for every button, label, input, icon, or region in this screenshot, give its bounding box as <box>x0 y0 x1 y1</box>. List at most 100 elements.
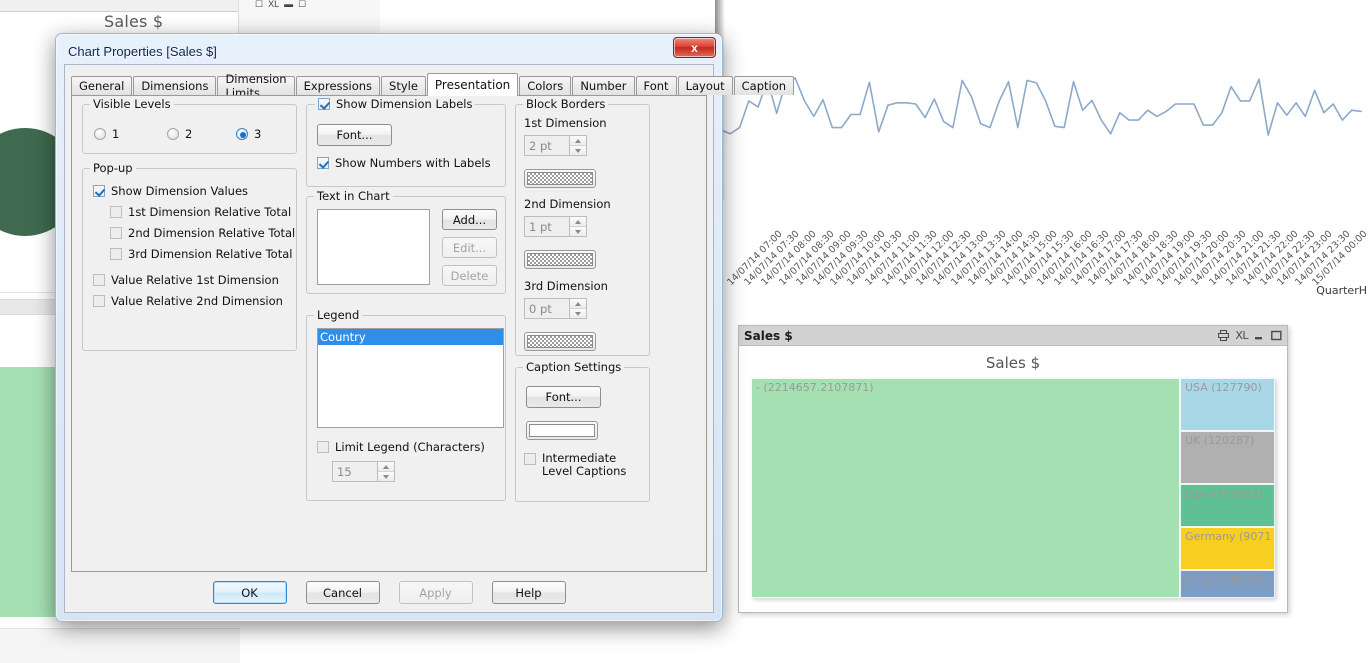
tab-dimensions[interactable]: Dimensions <box>133 76 217 95</box>
block-border-3rd-spin-buttons[interactable] <box>569 298 587 319</box>
checkbox-icon[interactable] <box>317 157 329 169</box>
excel-export-icon[interactable]: XL <box>1235 329 1248 342</box>
checkbox-3rd-dimension-relative-total[interactable]: 3rd Dimension Relative Total <box>110 247 292 261</box>
checkbox-icon[interactable] <box>93 295 105 307</box>
treemap-node[interactable]: Germany (9071 <box>1180 527 1275 570</box>
tab-font[interactable]: Font <box>635 76 677 95</box>
tab-dimension-limits[interactable]: Dimension Limits <box>217 72 295 100</box>
print-icon[interactable] <box>1218 330 1230 341</box>
checkbox-show-dimension-labels[interactable]: Show Dimension Labels <box>315 97 476 111</box>
minimize-icon[interactable]: ▬ <box>284 0 293 9</box>
delete-text-button[interactable]: Delete <box>442 265 497 286</box>
spin-down-icon[interactable] <box>570 145 586 155</box>
checkbox-1st-dimension-relative-total[interactable]: 1st Dimension Relative Total <box>110 205 291 219</box>
legend-list-item[interactable]: Country <box>318 329 503 345</box>
spin-down-icon[interactable] <box>378 471 394 481</box>
tab-caption[interactable]: Caption <box>733 76 795 95</box>
apply-button[interactable]: Apply <box>398 581 473 604</box>
treemap-node[interactable]: Japan (99663) <box>1180 484 1275 528</box>
treemap-node-column[interactable]: USA (127790) UK (120287) Japan (99663) Germ… <box>1180 378 1275 598</box>
treemap-node[interactable]: UK (120287) <box>1180 431 1275 485</box>
checkbox-show-numbers-with-labels[interactable]: Show Numbers with Labels <box>317 156 491 170</box>
tab-layout[interactable]: Layout <box>677 76 733 95</box>
treemap-body[interactable]: - (2214657.2107871) USA (127790) UK (1202… <box>751 378 1275 598</box>
checkbox-icon[interactable] <box>318 98 330 110</box>
block-border-1st-spin-buttons[interactable] <box>569 135 587 156</box>
checkbox-icon[interactable] <box>110 227 122 239</box>
tab-presentation[interactable]: Presentation <box>426 73 519 96</box>
limit-legend-stepper[interactable]: 15 <box>332 461 395 482</box>
block-border-3rd-pattern-button[interactable] <box>524 332 596 351</box>
checkbox-intermediate-level-captions[interactable]: Intermediate Level Captions <box>524 452 642 478</box>
caption-color-button[interactable] <box>526 421 598 440</box>
checkbox-2nd-dimension-relative-total[interactable]: 2nd Dimension Relative Total <box>110 226 295 240</box>
spin-up-icon[interactable] <box>570 217 586 226</box>
close-button[interactable]: x <box>673 37 716 58</box>
dialog-title-bar[interactable]: Chart Properties [Sales $] x <box>60 37 718 64</box>
spin-down-icon[interactable] <box>570 226 586 236</box>
edit-text-button[interactable]: Edit... <box>442 237 497 258</box>
block-border-1st-pattern-button[interactable] <box>524 169 596 188</box>
minimize-icon[interactable] <box>1254 330 1265 341</box>
treemap-node-label: UK (120287) <box>1185 434 1255 448</box>
treemap-node[interactable]: Others (40086) <box>1180 569 1275 598</box>
legend-listbox[interactable]: Country <box>317 328 504 428</box>
help-button[interactable]: Help <box>491 581 566 604</box>
excel-export-icon[interactable]: XL <box>268 0 279 9</box>
checkbox-icon[interactable] <box>93 185 105 197</box>
block-border-1st-stepper[interactable]: 2 pt <box>524 135 587 156</box>
block-border-3rd-input[interactable]: 0 pt <box>524 298 569 319</box>
radio-icon[interactable] <box>94 128 106 140</box>
checkbox-limit-legend[interactable]: Limit Legend (Characters) <box>317 440 485 454</box>
visible-levels-option-3[interactable]: 3 <box>236 127 261 141</box>
treemap-node-root[interactable]: - (2214657.2107871) <box>751 378 1180 598</box>
checkbox-value-relative-2nd-dimension[interactable]: Value Relative 2nd Dimension <box>93 294 283 308</box>
dimension-labels-font-button[interactable]: Font... <box>317 124 392 146</box>
chart-properties-dialog[interactable]: Chart Properties [Sales $] x General Dime… <box>55 33 795 622</box>
treemap-caption-icons[interactable]: XL <box>1218 329 1282 342</box>
limit-legend-input[interactable]: 15 <box>332 461 377 482</box>
checkbox-show-dimension-values[interactable]: Show Dimension Values <box>93 184 248 198</box>
visible-levels-option-2[interactable]: 2 <box>167 127 192 141</box>
add-text-button[interactable]: Add... <box>442 209 497 230</box>
visible-levels-option-1[interactable]: 1 <box>94 127 119 141</box>
checkbox-icon[interactable] <box>110 206 122 218</box>
checkbox-icon[interactable] <box>524 453 536 465</box>
spin-up-icon[interactable] <box>378 462 394 471</box>
checkbox-icon[interactable] <box>317 441 329 453</box>
tab-number[interactable]: Number <box>572 76 635 95</box>
limit-legend-spin-buttons[interactable] <box>377 461 395 482</box>
pattern-swatch-icon <box>527 253 593 266</box>
dialog-button-row[interactable]: OK Cancel Apply Help <box>65 581 713 604</box>
tab-expressions[interactable]: Expressions <box>295 76 381 95</box>
tab-colors[interactable]: Colors <box>519 76 572 95</box>
radio-icon[interactable] <box>167 128 179 140</box>
restore-icon[interactable]: ☐ <box>255 0 263 9</box>
ok-button[interactable]: OK <box>212 581 287 604</box>
spin-down-icon[interactable] <box>570 308 586 318</box>
treemap-chart-object[interactable]: Sales $ XL Sales $ - (2214657.2107871) U… <box>738 325 1288 613</box>
spin-up-icon[interactable] <box>570 299 586 308</box>
spin-up-icon[interactable] <box>570 136 586 145</box>
tab-style[interactable]: Style <box>381 76 426 95</box>
treemap-node[interactable]: USA (127790) <box>1180 378 1275 432</box>
checkbox-icon[interactable] <box>110 248 122 260</box>
maximize-icon[interactable] <box>1271 330 1282 341</box>
tab-strip[interactable]: General Dimensions Dimension Limits Express… <box>71 72 795 100</box>
block-border-2nd-pattern-button[interactable] <box>524 250 596 269</box>
maximize-icon[interactable]: ☐ <box>298 0 306 9</box>
block-border-1st-input[interactable]: 2 pt <box>524 135 569 156</box>
radio-icon[interactable] <box>236 128 248 140</box>
caption-font-button[interactable]: Font... <box>526 386 601 408</box>
text-in-chart-listbox[interactable] <box>317 209 430 285</box>
block-border-2nd-spin-buttons[interactable] <box>569 216 587 237</box>
tab-general[interactable]: General <box>71 76 133 95</box>
block-border-3rd-stepper[interactable]: 0 pt <box>524 298 587 319</box>
background-window-buttons[interactable]: ☐ XL ▬ ☐ <box>255 0 307 9</box>
treemap-caption-bar[interactable]: Sales $ XL <box>739 326 1287 346</box>
cancel-button[interactable]: Cancel <box>305 581 380 604</box>
checkbox-icon[interactable] <box>93 274 105 286</box>
block-border-2nd-stepper[interactable]: 1 pt <box>524 216 587 237</box>
block-border-2nd-input[interactable]: 1 pt <box>524 216 569 237</box>
checkbox-value-relative-1st-dimension[interactable]: Value Relative 1st Dimension <box>93 273 279 287</box>
